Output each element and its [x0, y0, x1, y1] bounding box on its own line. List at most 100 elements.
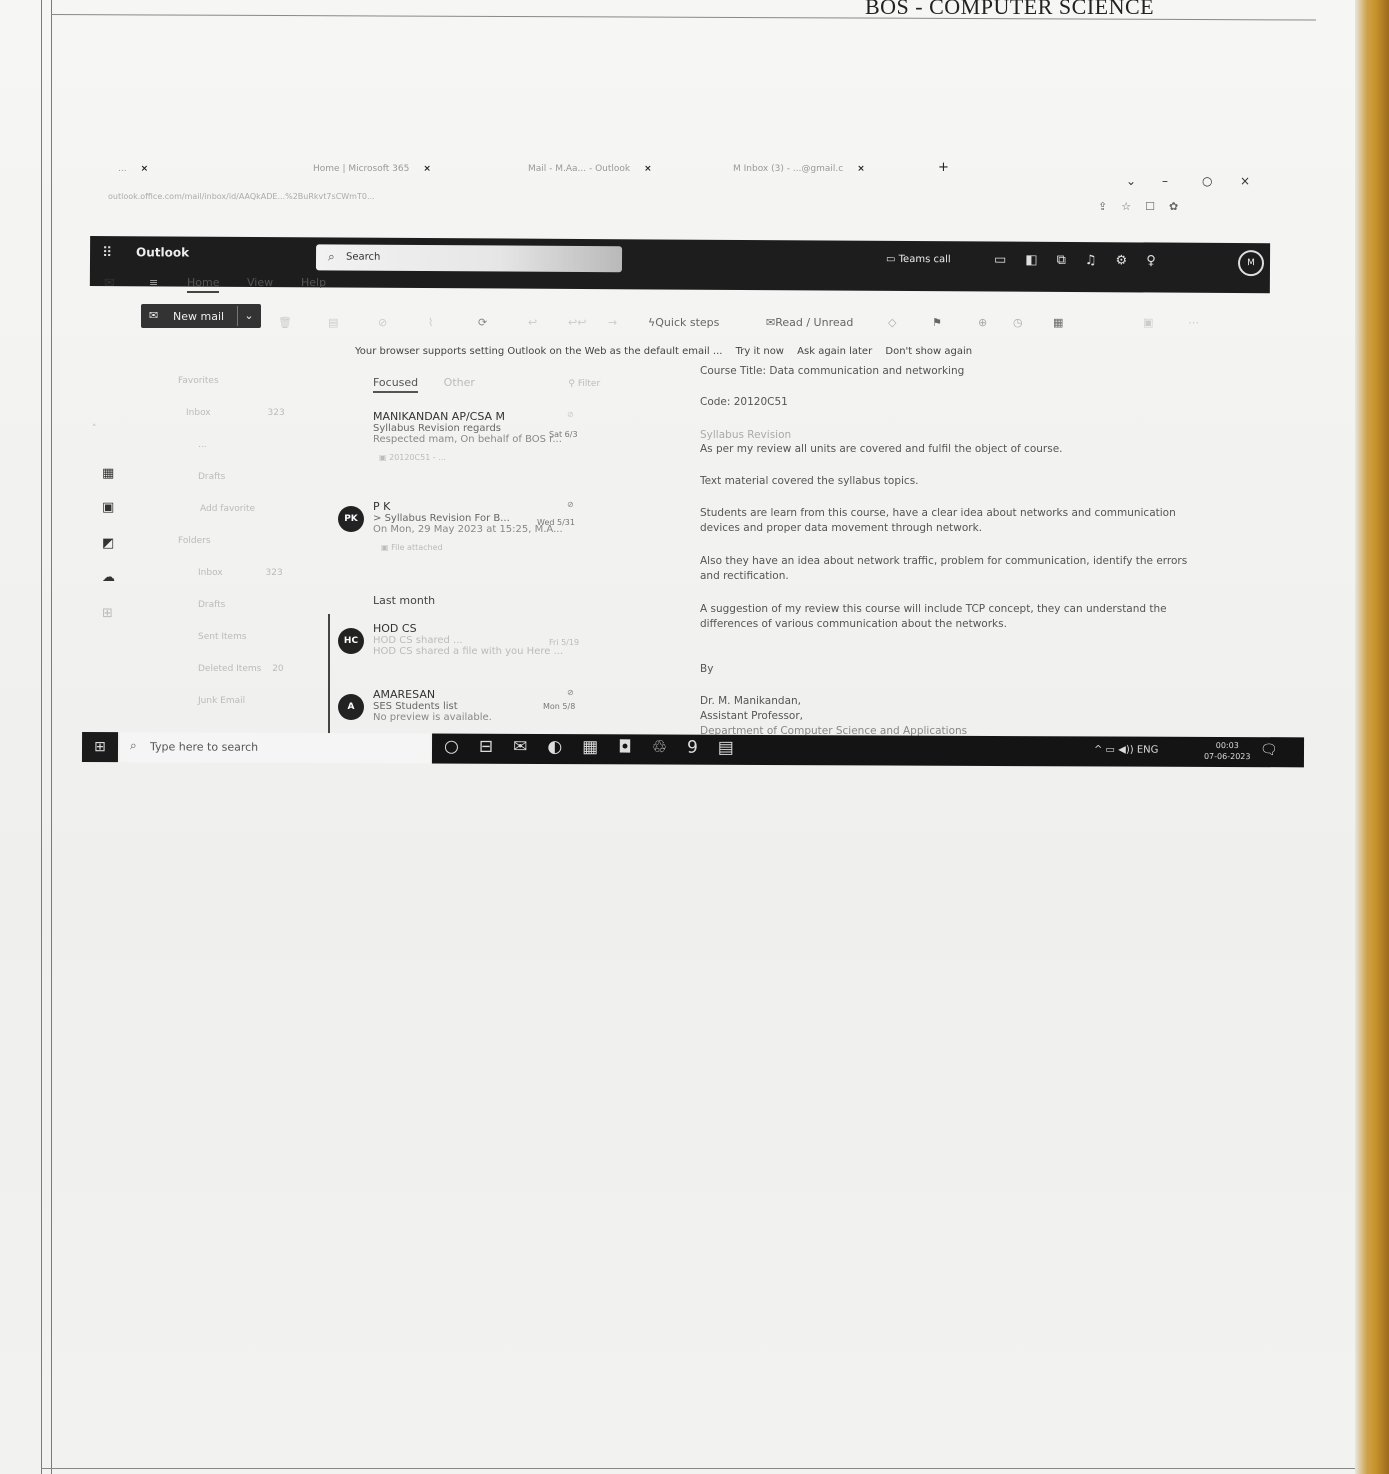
avatar[interactable]: M	[1237, 250, 1265, 277]
quick-steps-button[interactable]: ϟ Quick steps	[648, 316, 719, 329]
extension-icon[interactable]: ✿	[1169, 200, 1192, 213]
calendar-icon[interactable]: ▦	[102, 466, 114, 481]
star-icon[interactable]: ☆	[1121, 200, 1145, 213]
tab-focused[interactable]: Focused	[373, 376, 419, 393]
folder-inbox[interactable]: Inbox 323	[186, 408, 285, 418]
reply-icon[interactable]: ↩	[528, 316, 537, 329]
tag-icon[interactable]: ◇	[888, 316, 896, 329]
chat-icon[interactable]: ▭	[994, 253, 1025, 268]
tab-view[interactable]: View	[247, 276, 273, 289]
mail-app-icon[interactable]: ✉	[513, 737, 547, 757]
footer-rule	[41, 1468, 1363, 1469]
read-unread-button[interactable]: ✉ Read / Unread	[766, 316, 853, 329]
add-favorite-link[interactable]: Add favorite	[200, 504, 255, 514]
video-icon: ▭	[885, 253, 896, 265]
flag-icon[interactable]: ⚑	[932, 316, 942, 329]
list-item[interactable]: P K > Syllabus Revision For B... On Mon,…	[373, 500, 593, 552]
folder-drafts[interactable]: Drafts	[198, 472, 225, 482]
more-icon[interactable]: ⋯	[1188, 316, 1199, 329]
new-tab-icon[interactable]: +	[938, 160, 949, 175]
course-code: Code: 20120C51	[700, 396, 788, 408]
expand-icon[interactable]: ˄	[92, 424, 97, 434]
close-icon[interactable]: ×	[423, 164, 431, 174]
gear-icon[interactable]: ⚙	[1116, 253, 1147, 268]
notification-icon[interactable]: 🗨	[1260, 742, 1278, 758]
folder-item[interactable]: ...	[198, 440, 207, 450]
close-window-icon[interactable]: ×	[1240, 174, 1250, 188]
forward-icon[interactable]: →	[608, 316, 617, 329]
try-it-now-link[interactable]: Try it now	[736, 346, 784, 357]
list-item[interactable]: HOD CS HOD CS shared ... HOD CS shared a…	[373, 622, 593, 657]
browser-tab[interactable]: M Inbox (3) - ...@gmail.c ×	[733, 164, 865, 174]
share-icon[interactable]: ⇪	[1098, 200, 1121, 213]
folder-drafts[interactable]: Drafts	[198, 600, 225, 610]
close-icon[interactable]: ×	[644, 164, 652, 174]
minimize-icon[interactable]: –	[1162, 174, 1168, 188]
apps-icon[interactable]: ⊞	[102, 606, 113, 621]
app-icon[interactable]: 9	[687, 738, 718, 758]
photos-icon[interactable]: ♲	[652, 737, 687, 757]
cortana-icon[interactable]: ○	[444, 737, 479, 757]
address-bar[interactable]: outlook.office.com/mail/inbox/id/AAQkADE…	[108, 192, 375, 201]
list-item[interactable]: AMARESAN SES Students list No preview is…	[373, 688, 593, 723]
store-icon[interactable]: ◘	[618, 737, 652, 757]
office-icon[interactable]: ◧	[1025, 253, 1056, 268]
move-icon[interactable]: ⟳	[478, 316, 487, 329]
my-day-icon[interactable]: ⧉	[1057, 253, 1085, 268]
app-launcher-icon[interactable]: ⠿	[102, 245, 112, 261]
windows-start-icon[interactable]: ⊞	[81, 732, 119, 763]
browser-tab[interactable]: ... ×	[118, 164, 148, 174]
browser-tab[interactable]: Home | Microsoft 365 ×	[313, 164, 431, 174]
app-title[interactable]: Outlook	[136, 245, 189, 259]
list-item[interactable]: MANIKANDAN AP/CSA M Syllabus Revision re…	[373, 410, 593, 462]
attachment-chip[interactable]: ▣ 20120C51 - ...	[379, 453, 593, 462]
task-view-icon[interactable]: ⊟	[479, 737, 513, 757]
folder-junk[interactable]: Junk Email	[198, 696, 245, 706]
pin-icon[interactable]: ⊕	[978, 316, 987, 329]
filter-button[interactable]: ⚲ Filter	[568, 379, 600, 389]
policy-icon[interactable]: ▦	[1053, 316, 1063, 329]
mail-icon[interactable]: ✉	[104, 276, 115, 291]
taskbar-search-input[interactable]: ⌕ Type here to search	[119, 732, 431, 764]
delete-icon[interactable]: 🗑	[278, 316, 292, 329]
reply-all-icon[interactable]: ↩↩	[568, 316, 586, 329]
maximize-icon[interactable]: ○	[1202, 174, 1212, 188]
system-tray[interactable]: ^ ▭ ◀)) ENG	[1094, 744, 1158, 755]
snooze-icon[interactable]: ◷	[1013, 316, 1023, 329]
folder-sent[interactable]: Sent Items	[198, 632, 247, 642]
attachment-chip[interactable]: ▣ File attached	[381, 543, 593, 552]
collections-icon[interactable]: ☐	[1145, 200, 1169, 213]
folder-favorites[interactable]: Favorites	[178, 376, 219, 386]
close-icon[interactable]: ×	[141, 164, 149, 174]
dont-show-link[interactable]: Don't show again	[885, 346, 972, 357]
folder-section[interactable]: Folders	[178, 536, 211, 546]
ask-later-link[interactable]: Ask again later	[797, 346, 872, 357]
tab-help[interactable]: Help	[301, 276, 326, 289]
chevron-down-icon[interactable]: ⌄	[237, 306, 260, 326]
sweep-icon[interactable]: ⌇	[428, 316, 433, 329]
teams-call-button[interactable]: ▭ Teams call	[886, 254, 951, 265]
report-icon[interactable]: ⊘	[378, 316, 387, 329]
folder-deleted[interactable]: Deleted Items 20	[198, 664, 284, 674]
edge-icon[interactable]: ◐	[547, 737, 582, 757]
folder-inbox[interactable]: Inbox 323	[198, 568, 283, 578]
browser-tab-active[interactable]: Mail - M.Aa... - Outlook ×	[528, 164, 652, 174]
search-input[interactable]: ⌕ Search	[315, 244, 623, 273]
notepad-icon[interactable]: ▤	[718, 738, 754, 758]
bell-icon[interactable]: ♫	[1085, 253, 1116, 268]
file-explorer-icon[interactable]: ▦	[582, 737, 618, 757]
new-mail-button[interactable]: ✉ New mail ⌄	[141, 304, 261, 328]
help-icon[interactable]: ♀	[1146, 253, 1175, 268]
clock[interactable]: 00:03 07-06-2023	[1204, 740, 1251, 762]
tab-home[interactable]: Home	[187, 276, 220, 293]
onedrive-icon[interactable]: ☁	[102, 570, 115, 585]
chevron-down-icon[interactable]: ⌄	[1126, 174, 1136, 188]
people-icon[interactable]: ▣	[102, 500, 114, 515]
tab-other[interactable]: Other	[444, 376, 475, 389]
archive-icon[interactable]: ▤	[328, 316, 338, 329]
close-icon[interactable]: ×	[857, 164, 865, 174]
hamburger-icon[interactable]: ≡	[149, 276, 158, 289]
teams-icon[interactable]: ◩	[102, 536, 114, 551]
address-bar-icons: ⇪☆☐✿	[1098, 200, 1192, 213]
immersive-icon[interactable]: ▣	[1143, 316, 1153, 329]
